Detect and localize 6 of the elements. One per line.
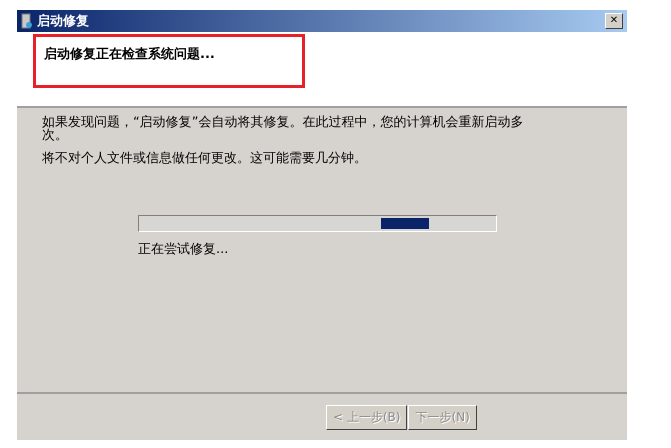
- progress-status: 正在尝试修复...: [138, 241, 228, 258]
- description-text: 将不对个人文件或信息做任何更改。这可能需要几分钟。: [42, 152, 368, 165]
- description-text: 如果发现问题，“启动修复”会自动将其修复。在此过程中，您的计算机会重新启动多次。: [42, 116, 524, 142]
- close-button[interactable]: ✕: [605, 13, 623, 29]
- window-title: 启动修复: [37, 12, 90, 30]
- status-heading: 启动修复正在检查系统问题...: [44, 47, 215, 62]
